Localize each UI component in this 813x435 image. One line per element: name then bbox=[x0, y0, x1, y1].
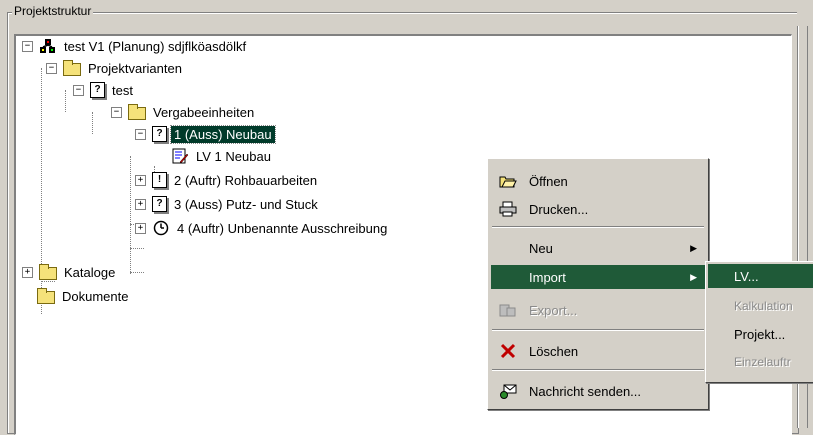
menu-item-export[interactable]: Export... bbox=[491, 298, 705, 322]
tree-node-vergabeeinheiten[interactable]: − Vergabeeinheiten bbox=[111, 102, 257, 122]
collapse-toggle[interactable]: − bbox=[22, 40, 33, 52]
clock-icon bbox=[152, 220, 170, 236]
folder-icon bbox=[37, 287, 55, 304]
tree-node-item1[interactable]: − ? 1 (Auss) Neubau bbox=[135, 124, 276, 144]
collapse-toggle[interactable]: − bbox=[135, 128, 146, 140]
tree-label-dokumente: Dokumente bbox=[62, 288, 129, 304]
tree-node-projektvarianten[interactable]: − Projektvarianten bbox=[46, 58, 185, 78]
menu-item-drucken[interactable]: Drucken... bbox=[491, 197, 705, 221]
tree-node-dokumente[interactable]: Dokumente bbox=[37, 286, 131, 306]
export-icon bbox=[499, 302, 517, 318]
exclamation-box-icon: ! bbox=[152, 172, 167, 188]
context-menu: Öffnen Drucken... Neu ▶ Import ▶ Export.… bbox=[487, 158, 709, 410]
tree-label-projektvarianten: Projektvarianten bbox=[88, 60, 182, 76]
question-box-icon: ? bbox=[90, 82, 105, 98]
open-folder-icon bbox=[63, 59, 81, 76]
question-box-icon: ? bbox=[152, 196, 167, 212]
tree-label-item1: 1 (Auss) Neubau bbox=[170, 124, 276, 144]
tree-node-item2[interactable]: + ! 2 (Auftr) Rohbauarbeiten bbox=[135, 170, 320, 190]
tree-label-item4: 4 (Auftr) Unbenannte Ausschreibung bbox=[177, 220, 388, 236]
project-network-icon bbox=[39, 38, 57, 54]
import-submenu: LV... Kalkulation Projekt... Einzelauftr bbox=[705, 261, 813, 383]
group-title: Projektstruktur bbox=[12, 4, 94, 18]
tree-node-kataloge[interactable]: + Kataloge bbox=[22, 262, 118, 282]
delete-x-icon bbox=[499, 343, 517, 359]
submenu-item-kalkulation[interactable]: Kalkulation bbox=[708, 294, 813, 318]
tree-label-lv1: LV 1 Neubau bbox=[196, 148, 271, 164]
tree-label-item2: 2 (Auftr) Rohbauarbeiten bbox=[174, 172, 318, 188]
menu-item-neu[interactable]: Neu ▶ bbox=[491, 236, 705, 260]
submenu-item-einzelauftr[interactable]: Einzelauftr bbox=[708, 350, 813, 374]
menu-item-oeffnen[interactable]: Öffnen bbox=[491, 169, 705, 193]
tree-label-vergabeeinheiten: Vergabeeinheiten bbox=[153, 104, 255, 120]
folder-icon bbox=[39, 263, 57, 280]
submenu-item-lv[interactable]: LV... bbox=[708, 264, 813, 288]
question-box-icon: ? bbox=[152, 126, 167, 142]
tree-node-item3[interactable]: + ? 3 (Auss) Putz- und Stuck bbox=[135, 194, 321, 214]
submenu-arrow-icon: ▶ bbox=[690, 271, 697, 282]
tree-node-item4[interactable]: + 4 (Auftr) Unbenannte Ausschreibung bbox=[135, 218, 390, 238]
submenu-item-projekt[interactable]: Projekt... bbox=[708, 322, 813, 346]
expand-toggle[interactable]: + bbox=[135, 174, 146, 186]
open-folder-icon bbox=[499, 173, 517, 189]
printer-icon bbox=[499, 201, 517, 217]
collapse-toggle[interactable]: − bbox=[46, 62, 57, 74]
menu-item-nachricht[interactable]: Nachricht senden... bbox=[491, 379, 705, 403]
expand-toggle[interactable]: + bbox=[135, 222, 146, 234]
tree-label-root: test V1 (Planung) sdjflköasdölkf bbox=[64, 38, 247, 54]
expand-toggle[interactable]: + bbox=[22, 266, 33, 278]
document-pencil-icon bbox=[171, 148, 189, 164]
collapse-toggle[interactable]: − bbox=[73, 84, 84, 96]
tree-node-lv1[interactable]: LV 1 Neubau bbox=[171, 146, 274, 166]
tree-node-test[interactable]: − ? test bbox=[73, 80, 136, 100]
open-folder-icon bbox=[128, 103, 146, 120]
collapse-toggle[interactable]: − bbox=[111, 106, 122, 118]
menu-item-import[interactable]: Import ▶ bbox=[491, 265, 705, 289]
tree-label-test: test bbox=[112, 82, 133, 98]
tree-node-root[interactable]: − test V1 (Planung) sdjflköasdölkf bbox=[22, 36, 249, 56]
message-send-icon bbox=[499, 383, 517, 399]
tree-label-item3: 3 (Auss) Putz- und Stuck bbox=[174, 196, 318, 212]
menu-item-loeschen[interactable]: Löschen bbox=[491, 339, 705, 363]
tree-label-kataloge: Kataloge bbox=[64, 264, 116, 280]
submenu-arrow-icon: ▶ bbox=[690, 242, 697, 253]
expand-toggle[interactable]: + bbox=[135, 198, 146, 210]
